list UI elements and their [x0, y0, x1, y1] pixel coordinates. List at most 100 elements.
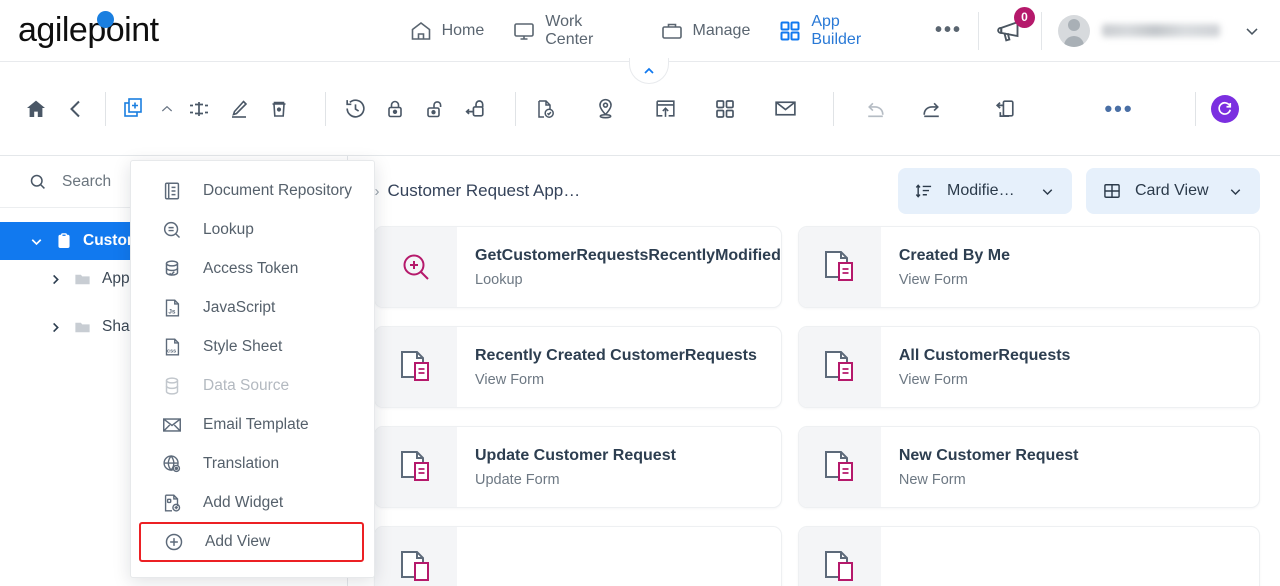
card-item[interactable]: All CustomerRequests View Form: [797, 326, 1260, 408]
toolbar-home-icon[interactable]: [16, 89, 56, 129]
menu-label-add-view: Add View: [205, 533, 271, 550]
toolbar-envelope-icon[interactable]: [765, 89, 805, 129]
view-mode-dropdown[interactable]: Card View: [1086, 168, 1260, 214]
toolbar-refresh-button[interactable]: [1205, 89, 1245, 129]
card-text: Created By Me View Form: [881, 246, 1010, 288]
cards-area: GetCustomerRequestsRecentlyModified Look…: [348, 226, 1280, 586]
nav-item-home[interactable]: Home: [409, 19, 484, 43]
toolbar-undo-icon[interactable]: [855, 89, 895, 129]
sort-icon: [914, 181, 934, 201]
menu-item-add-widget[interactable]: Add Widget: [131, 483, 374, 522]
card-title: New Customer Request: [898, 447, 1079, 465]
menu-label-access-token: Access Token: [203, 259, 299, 277]
agilepoint-logo[interactable]: agilepoint: [18, 11, 159, 50]
nav-item-manage[interactable]: Manage: [660, 19, 750, 43]
notifications-button[interactable]: 0: [995, 6, 1035, 46]
chevron-down-icon[interactable]: [1227, 183, 1244, 200]
add-element-dropdown-menu: Document Repository Lookup Access Token: [130, 160, 375, 578]
menu-item-document-repository[interactable]: Document Repository: [131, 171, 374, 210]
search-placeholder: Search: [62, 172, 112, 190]
folder-icon: [73, 270, 92, 289]
nav-overflow-button[interactable]: •••: [935, 19, 962, 42]
card-subtitle: View Form: [898, 371, 968, 388]
avatar-body-icon: [1064, 35, 1084, 47]
nav-item-work-center[interactable]: Work Center: [512, 13, 631, 49]
toolbar-lock-open-icon[interactable]: [415, 89, 455, 129]
add-view-icon: [163, 531, 185, 553]
logo-text: agilepoint: [18, 11, 159, 49]
card-item[interactable]: New Customer Request New Form: [797, 426, 1260, 508]
menu-item-javascript[interactable]: Js JavaScript: [131, 288, 374, 327]
toolbar-edit-pencil-icon[interactable]: [219, 89, 259, 129]
top-nav-right: 0: [962, 0, 1280, 61]
card-text: Update Customer Request Update Form: [457, 446, 676, 488]
grid-icon: [778, 19, 802, 43]
cards-column-right: Created By Me View Form All CustomerRequ…: [797, 226, 1260, 586]
toolbar-unlock-arrow-icon[interactable]: [455, 89, 495, 129]
toolbar-export-icon[interactable]: [985, 89, 1025, 129]
toolbar-apps-grid-icon[interactable]: [705, 89, 745, 129]
menu-label-data-source: Data Source: [203, 376, 290, 394]
document-icon: [798, 327, 881, 407]
chevron-right-icon[interactable]: [48, 272, 63, 287]
toolbar-more-dots-icon[interactable]: •••: [1099, 89, 1139, 129]
toolbar-lock-closed-icon[interactable]: [375, 89, 415, 129]
card-title: All CustomerRequests: [898, 347, 1071, 365]
document-icon: [798, 227, 881, 307]
menu-label-javascript: JavaScript: [203, 298, 276, 316]
chevron-up-icon: [641, 63, 657, 79]
lookup-icon: [375, 227, 457, 307]
card-text: New Customer Request New Form: [881, 446, 1079, 488]
menu-label-translation: Translation: [203, 454, 280, 472]
chevron-down-icon[interactable]: [1039, 183, 1056, 200]
card-item[interactable]: GetCustomerRequestsRecentlyModified Look…: [374, 226, 782, 308]
card-title: Recently Created CustomerRequests: [475, 347, 757, 365]
breadcrumb-item-1[interactable]: Customer Request App…: [388, 181, 581, 201]
menu-item-data-source[interactable]: Data Source: [131, 366, 374, 405]
card-title: Update Customer Request: [475, 447, 676, 465]
toolbar-check-document-icon[interactable]: [525, 89, 565, 129]
notification-badge: 0: [1014, 6, 1035, 28]
main-header: s › Customer Request App… Modifie…: [348, 156, 1280, 226]
card-subtitle: New Form: [898, 471, 966, 488]
menu-item-email-template[interactable]: Email Template: [131, 405, 374, 444]
document-icon: [798, 427, 881, 507]
menu-item-style-sheet[interactable]: css Style Sheet: [131, 327, 374, 366]
toolbar-history-clock-icon[interactable]: [335, 89, 375, 129]
avatar[interactable]: [1058, 14, 1090, 47]
toolbar-location-pin-icon[interactable]: [585, 89, 625, 129]
toolbar-caret-up-icon[interactable]: [155, 89, 179, 129]
logo-dot-icon: [97, 11, 114, 28]
toolbar-align-icon[interactable]: [179, 89, 219, 129]
menu-item-access-token[interactable]: Access Token: [131, 249, 374, 288]
toolbar-add-page-icon[interactable]: [115, 89, 155, 129]
document-repository-icon: [161, 180, 183, 202]
sort-dropdown-label: Modifie…: [947, 182, 1015, 199]
toolbar-back-chevron-icon[interactable]: [56, 89, 96, 129]
card-item[interactable]: [797, 526, 1260, 586]
chevron-down-icon[interactable]: [28, 233, 45, 250]
card-item[interactable]: Recently Created CustomerRequests View F…: [374, 326, 782, 408]
toolbar-delete-trash-icon[interactable]: [259, 89, 299, 129]
toolbar-redo-icon[interactable]: [911, 89, 951, 129]
card-view-icon: [1102, 181, 1122, 201]
card-subtitle: Lookup: [475, 271, 523, 288]
menu-item-lookup[interactable]: Lookup: [131, 210, 374, 249]
nav-item-app-builder[interactable]: App Builder: [778, 13, 891, 49]
view-mode-label: Card View: [1135, 182, 1209, 199]
card-item[interactable]: Update Customer Request Update Form: [374, 426, 782, 508]
menu-item-translation[interactable]: Translation: [131, 444, 374, 483]
sort-dropdown[interactable]: Modifie…: [898, 168, 1072, 214]
menu-label-add-widget: Add Widget: [203, 493, 284, 511]
search-icon: [28, 172, 48, 192]
toolbar-publish-window-icon[interactable]: [645, 89, 685, 129]
user-menu-chevron-down-icon[interactable]: [1242, 21, 1262, 41]
chevron-right-icon[interactable]: [48, 320, 63, 335]
menu-item-add-view[interactable]: Add View: [139, 522, 364, 562]
nav-label-work-center: Work Center: [545, 12, 594, 48]
divider: [515, 91, 516, 126]
card-item[interactable]: [374, 526, 782, 586]
breadcrumb-separator-icon: ›: [374, 182, 380, 200]
divider: [833, 91, 834, 126]
card-item[interactable]: Created By Me View Form: [797, 226, 1260, 308]
